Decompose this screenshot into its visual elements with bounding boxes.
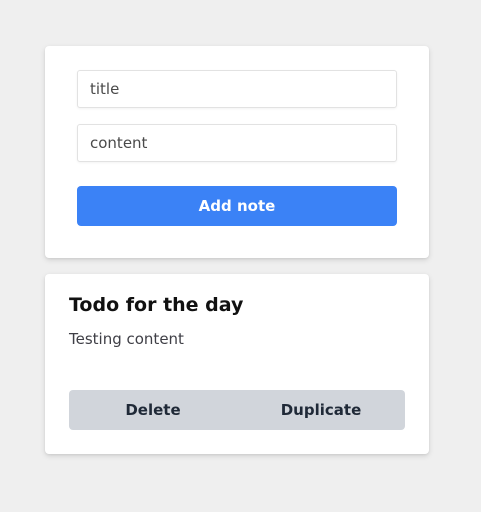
- add-note-form: Add note: [45, 46, 429, 258]
- note-actions: Delete Duplicate: [69, 390, 405, 430]
- content-input[interactable]: [77, 124, 397, 162]
- note-card: Todo for the day Testing content Delete …: [45, 274, 429, 454]
- note-title: Todo for the day: [69, 294, 244, 316]
- title-input[interactable]: [77, 70, 397, 108]
- duplicate-button[interactable]: Duplicate: [237, 390, 405, 430]
- delete-button[interactable]: Delete: [69, 390, 237, 430]
- add-note-button[interactable]: Add note: [77, 186, 397, 226]
- note-content: Testing content: [69, 330, 184, 348]
